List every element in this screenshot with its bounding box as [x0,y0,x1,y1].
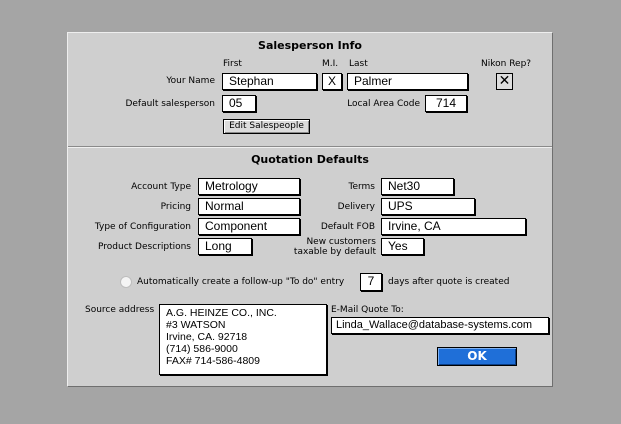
taxable-label-line-1: New customers [306,237,376,247]
default-fob-field[interactable]: Irvine, CA [381,218,526,235]
edit-salespeople-button[interactable]: Edit Salespeople [223,119,310,134]
auto-followup-radio[interactable] [120,276,132,288]
quotation-defaults-title: Quotation Defaults [251,153,369,166]
salesperson-info-title: Salesperson Info [258,39,362,52]
local-area-code-field[interactable]: 714 [425,95,467,112]
pricing-label: Pricing [160,202,191,212]
account-type-label: Account Type [131,182,191,192]
configuration-type-label: Type of Configuration [94,222,191,232]
local-area-code-label: Local Area Code [347,99,420,109]
default-salesperson-field[interactable]: 05 [222,95,256,112]
terms-field[interactable]: Net30 [381,178,454,195]
default-salesperson-label: Default salesperson [125,99,215,109]
followup-text-before: Automatically create a follow-up "To do"… [137,277,345,287]
product-descriptions-field[interactable]: Long [198,238,252,255]
followup-days-field[interactable]: 7 [360,273,382,291]
taxable-label-line-2: taxable by default [293,247,376,257]
nikon-rep-checkbox[interactable]: ✕ [496,73,513,90]
nikon-rep-header: Nikon Rep? [481,59,532,69]
middle-initial-header: M.I. [322,59,339,69]
source-address-label: Source address [85,305,155,315]
pricing-field[interactable]: Normal [198,198,300,215]
delivery-field[interactable]: UPS [381,198,475,215]
your-name-label: Your Name [166,76,215,86]
ok-button[interactable]: OK [437,347,517,366]
configuration-type-field[interactable]: Component [198,218,300,235]
email-quote-to-field[interactable]: Linda_Wallace@database-systems.com [331,317,549,334]
preferences-dialog: Salesperson Info First M.I. Last Nikon R… [67,32,553,387]
taxable-by-default-field[interactable]: Yes [381,238,424,255]
followup-text-after: days after quote is created [388,277,510,287]
account-type-field[interactable]: Metrology [198,178,300,195]
source-address-textarea[interactable]: A.G. HEINZE CO., INC. #3 WATSON Irvine, … [159,304,327,375]
section-divider [68,146,552,148]
last-name-header: Last [349,59,368,69]
first-name-header: First [223,59,242,69]
last-name-field[interactable]: Palmer [347,73,468,90]
middle-initial-field[interactable]: X [322,73,342,90]
default-fob-label: Default FOB [320,222,375,232]
delivery-label: Delivery [337,202,375,212]
product-descriptions-label: Product Descriptions [98,242,191,252]
email-quote-to-label: E-Mail Quote To: [331,305,404,315]
taxable-by-default-label: New customers taxable by default [288,237,376,257]
terms-label: Terms [348,182,375,192]
first-name-field[interactable]: Stephan [222,73,317,90]
